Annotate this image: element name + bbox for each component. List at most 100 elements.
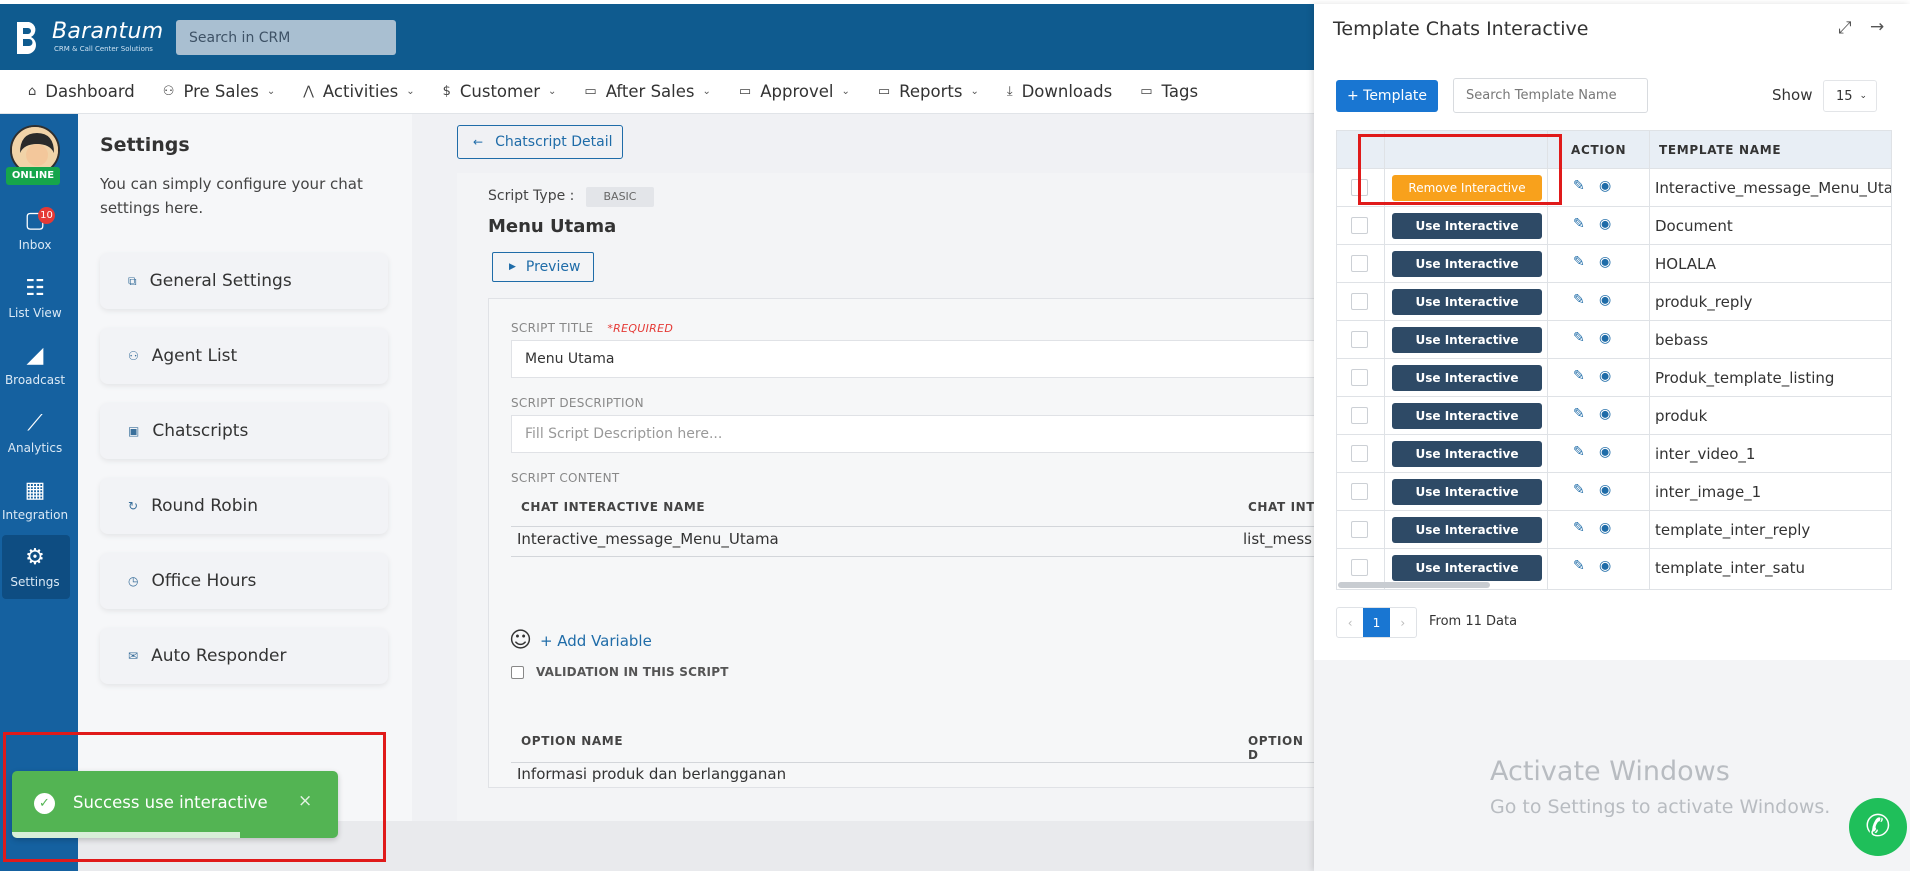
validation-checkbox-box[interactable] <box>511 665 524 679</box>
settings-menu-auto-responder[interactable]: ✉ Auto Responder <box>100 628 388 684</box>
eye-icon[interactable]: ◉ <box>1599 292 1611 308</box>
prev-page-button[interactable]: ‹ <box>1337 608 1363 637</box>
row-checkbox[interactable] <box>1351 445 1368 462</box>
add-template-button[interactable]: + Template <box>1336 80 1438 112</box>
edit-pencil-icon[interactable]: ✎ <box>1573 368 1585 384</box>
edit-pencil-icon[interactable]: ✎ <box>1573 444 1585 460</box>
eye-icon[interactable]: ◉ <box>1599 558 1611 574</box>
eye-icon[interactable]: ◉ <box>1599 444 1611 460</box>
chatscript-detail-back-button[interactable]: ← Chatscript Detail <box>457 125 623 159</box>
script-content-label: SCRIPT CONTENT <box>511 471 620 485</box>
whatsapp-icon[interactable]: ✆ <box>1849 798 1907 856</box>
nav-item-tags[interactable]: ▭ Tags <box>1140 82 1198 101</box>
nav-label: Downloads <box>1021 82 1113 101</box>
use-interactive-button[interactable]: Use Interactive <box>1392 517 1542 543</box>
eye-icon[interactable]: ◉ <box>1599 330 1611 346</box>
page-1-button[interactable]: 1 <box>1363 608 1390 637</box>
row-checkbox[interactable] <box>1351 483 1368 500</box>
chart-icon: ⟋ <box>27 411 43 436</box>
interactive-type-cell: list_mess <box>1243 530 1313 548</box>
sidebar-item-settings[interactable]: ⚙ Settings <box>0 545 70 589</box>
settings-menu-round-robin[interactable]: ↻ Round Robin <box>100 478 388 534</box>
eye-icon[interactable]: ◉ <box>1599 368 1611 384</box>
users-icon: ⚇ <box>162 84 175 99</box>
eye-icon[interactable]: ◉ <box>1599 482 1611 498</box>
row-checkbox[interactable] <box>1351 217 1368 234</box>
settings-menu-general-settings[interactable]: ⧉ General Settings <box>100 253 388 309</box>
row-checkbox[interactable] <box>1351 521 1368 538</box>
eye-icon[interactable]: ◉ <box>1599 406 1611 422</box>
script-title-label-text: SCRIPT TITLE <box>511 321 594 335</box>
add-variable-button[interactable]: ☺ + Add Variable <box>509 628 652 653</box>
toast-close-icon[interactable]: × <box>298 791 312 811</box>
col-template-name: TEMPLATE NAME <box>1659 143 1782 157</box>
row-checkbox[interactable] <box>1351 255 1368 272</box>
eye-icon[interactable]: ◉ <box>1599 216 1611 232</box>
edit-pencil-icon[interactable]: ✎ <box>1573 520 1585 536</box>
eye-icon[interactable]: ◉ <box>1599 254 1611 270</box>
use-interactive-button[interactable]: Use Interactive <box>1392 289 1542 315</box>
edit-pencil-icon[interactable]: ✎ <box>1573 406 1585 422</box>
settings-menu-agent-list[interactable]: ⚇ Agent List <box>100 328 388 384</box>
row-checkbox[interactable] <box>1351 331 1368 348</box>
edit-pencil-icon[interactable]: ✎ <box>1573 292 1585 308</box>
edit-pencil-icon[interactable]: ✎ <box>1573 330 1585 346</box>
use-interactive-button[interactable]: Use Interactive <box>1392 365 1542 391</box>
nav-item-approvel[interactable]: ▭ Approvel ⌄ <box>739 82 850 101</box>
edit-pencil-icon[interactable]: ✎ <box>1573 254 1585 270</box>
row-checkbox[interactable] <box>1351 407 1368 424</box>
use-interactive-button[interactable]: Use Interactive <box>1392 479 1542 505</box>
use-interactive-button[interactable]: Use Interactive <box>1392 213 1542 239</box>
crm-search-input[interactable] <box>176 20 396 55</box>
settings-description: You can simply configure your chat setti… <box>100 175 363 217</box>
edit-pencil-icon[interactable]: ✎ <box>1573 482 1585 498</box>
use-interactive-button[interactable]: Use Interactive <box>1392 555 1542 581</box>
use-interactive-button[interactable]: Use Interactive <box>1392 327 1542 353</box>
sidebar-item-inbox[interactable]: ▢ Inbox <box>0 208 70 252</box>
template-search-input[interactable]: Search Template Name <box>1453 78 1648 113</box>
script-title-input[interactable]: Menu Utama <box>511 340 1317 378</box>
expand-icon[interactable]: ⤢ <box>1838 18 1852 38</box>
sidebar-item-list-view[interactable]: ☷ List View <box>0 276 70 320</box>
arrow-right-icon[interactable]: → <box>1870 17 1884 37</box>
chevron-down-icon: ⌄ <box>702 86 711 97</box>
edit-pencil-icon[interactable]: ✎ <box>1573 178 1585 194</box>
script-description-input[interactable]: Fill Script Description here... <box>511 415 1317 453</box>
sidebar-item-integration[interactable]: ▦ Integration <box>0 478 70 522</box>
script-title-label: SCRIPT TITLE *REQUIRED <box>511 321 673 335</box>
nav-item-dashboard[interactable]: ⌂ Dashboard <box>28 82 135 101</box>
emoji-icon[interactable]: ☺ <box>509 628 532 653</box>
eye-icon[interactable]: ◉ <box>1599 520 1611 536</box>
nav-item-pre-sales[interactable]: ⚇ Pre Sales ⌄ <box>163 82 275 101</box>
next-page-button[interactable]: › <box>1390 608 1416 637</box>
use-interactive-button[interactable]: Use Interactive <box>1392 441 1542 467</box>
nav-item-after-sales[interactable]: ▭ After Sales ⌄ <box>584 82 710 101</box>
nav-item-activities[interactable]: ⋀ Activities ⌄ <box>303 82 414 101</box>
sidebar-item-label: Broadcast <box>4 373 66 387</box>
preview-button[interactable]: ▶ Preview <box>492 252 594 282</box>
edit-pencil-icon[interactable]: ✎ <box>1573 558 1585 574</box>
edit-pencil-icon[interactable]: ✎ <box>1573 216 1585 232</box>
page-size-select[interactable]: 15 ⌄ <box>1823 80 1877 112</box>
settings-menu-office-hours[interactable]: ◷ Office Hours <box>100 553 388 609</box>
total-count: From 11 Data <box>1429 614 1518 629</box>
folder-icon: ▭ <box>584 84 597 99</box>
table-row: Use Interactive ✎ ◉ inter_video_1 <box>1337 434 1891 472</box>
nav-item-reports[interactable]: ▭ Reports ⌄ <box>878 82 979 101</box>
template-name-cell: Interactive_message_Menu_Utama <box>1655 179 1892 197</box>
row-checkbox[interactable] <box>1351 559 1368 576</box>
nav-item-customer[interactable]: $ Customer ⌄ <box>443 82 557 101</box>
row-checkbox[interactable] <box>1351 293 1368 310</box>
use-interactive-button[interactable]: Use Interactive <box>1392 403 1542 429</box>
nav-label: Customer <box>459 82 541 101</box>
settings-menu-chatscripts[interactable]: ▣ Chatscripts <box>100 403 388 459</box>
eye-icon[interactable]: ◉ <box>1599 178 1611 194</box>
validation-checkbox[interactable]: VALIDATION IN THIS SCRIPT <box>511 665 729 679</box>
horizontal-scrollbar[interactable] <box>1338 582 1490 588</box>
sidebar-item-analytics[interactable]: ⟋ Analytics <box>0 411 70 455</box>
nav-item-downloads[interactable]: ⤓ Downloads <box>1007 82 1112 101</box>
row-checkbox[interactable] <box>1351 369 1368 386</box>
use-interactive-button[interactable]: Use Interactive <box>1392 251 1542 277</box>
table-row: Use Interactive ✎ ◉ Produk_template_listing <box>1337 358 1891 396</box>
sidebar-item-broadcast[interactable]: ◢ Broadcast <box>0 343 70 387</box>
